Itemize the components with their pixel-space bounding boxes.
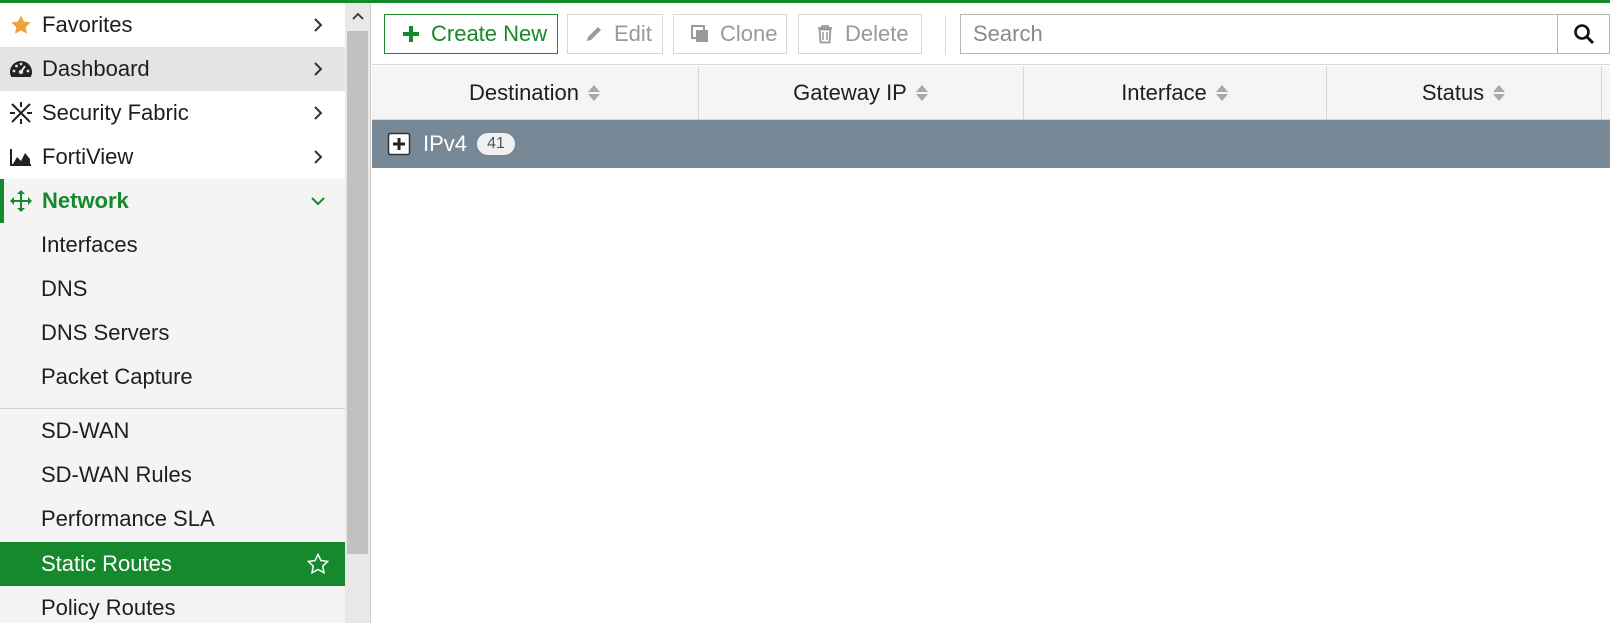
pencil-icon bbox=[582, 22, 606, 46]
sidebar-item-label: FortiView bbox=[42, 144, 134, 169]
sidebar-item-network[interactable]: Network bbox=[0, 179, 345, 223]
sidebar-item-dashboard[interactable]: Dashboard bbox=[0, 47, 345, 91]
sidebar: Favorites Dashboard Security Fabric Fort… bbox=[0, 3, 345, 623]
sidebar-subitem-performance-sla[interactable]: Performance SLA bbox=[0, 497, 345, 541]
column-header-status[interactable]: Status bbox=[1327, 66, 1602, 120]
create-new-label: Create New bbox=[431, 21, 548, 46]
column-header-label: Gateway IP bbox=[793, 80, 907, 105]
sort-icon[interactable] bbox=[587, 82, 601, 104]
group-count-badge: 41 bbox=[477, 133, 516, 155]
edit-label: Edit bbox=[614, 21, 652, 46]
sort-icon[interactable] bbox=[1215, 82, 1229, 104]
clone-button[interactable]: Clone bbox=[673, 14, 787, 54]
expand-plus-icon[interactable] bbox=[386, 131, 412, 157]
chevron-up-icon[interactable] bbox=[345, 3, 370, 29]
sidebar-subitem-sd-wan[interactable]: SD-WAN bbox=[0, 409, 345, 453]
sidebar-item-label: Dashboard bbox=[42, 56, 150, 81]
sort-icon[interactable] bbox=[915, 82, 929, 104]
scrollbar-thumb[interactable] bbox=[347, 31, 368, 554]
search-icon[interactable] bbox=[1557, 15, 1609, 53]
sidebar-item-favorites[interactable]: Favorites bbox=[0, 3, 345, 47]
sidebar-subitem-label: Interfaces bbox=[41, 232, 138, 257]
area-chart-icon bbox=[8, 144, 34, 170]
sidebar-item-label: Security Fabric bbox=[42, 100, 189, 125]
sidebar-subitem-sd-wan-rules[interactable]: SD-WAN Rules bbox=[0, 453, 345, 497]
group-label: IPv4 bbox=[423, 131, 468, 156]
sidebar-subitem-interfaces[interactable]: Interfaces bbox=[0, 223, 345, 267]
column-header-label: Destination bbox=[468, 80, 580, 105]
star-icon bbox=[8, 12, 34, 38]
sidebar-subitem-packet-capture[interactable]: Packet Capture bbox=[0, 355, 345, 399]
sort-icon[interactable] bbox=[1492, 82, 1506, 104]
search-input[interactable]: Search bbox=[961, 21, 1557, 47]
chevron-right-icon bbox=[303, 148, 333, 166]
delete-label: Delete bbox=[845, 21, 909, 46]
plus-icon bbox=[399, 22, 423, 46]
column-header-interface[interactable]: Interface bbox=[1024, 66, 1327, 120]
table-header: Destination Gateway IP Interface Status bbox=[372, 66, 1610, 120]
trash-icon bbox=[813, 22, 837, 46]
clone-icon bbox=[688, 22, 712, 46]
sidebar-subitem-static-routes[interactable]: Static Routes bbox=[0, 542, 345, 586]
sidebar-subitem-label: DNS bbox=[41, 276, 88, 301]
table-group-row-ipv4[interactable]: IPv4 41 bbox=[372, 120, 1610, 168]
edit-button[interactable]: Edit bbox=[567, 14, 663, 54]
sidebar-item-label: Network bbox=[42, 188, 129, 213]
column-header-label: Status bbox=[1421, 80, 1485, 105]
sidebar-subitem-label: Static Routes bbox=[41, 551, 172, 576]
toolbar-separator bbox=[945, 15, 946, 55]
sidebar-item-security-fabric[interactable]: Security Fabric bbox=[0, 91, 345, 135]
sidebar-subitem-dns[interactable]: DNS bbox=[0, 267, 345, 311]
toolbar: Create New Edit Clone Delete Search bbox=[372, 3, 1610, 65]
column-header-label: Interface bbox=[1121, 80, 1207, 105]
sidebar-subitem-label: SD-WAN Rules bbox=[41, 462, 192, 487]
delete-button[interactable]: Delete bbox=[798, 14, 922, 54]
security-fabric-icon bbox=[8, 100, 34, 126]
sidebar-subitem-dns-servers[interactable]: DNS Servers bbox=[0, 311, 345, 355]
sidebar-subitem-label: SD-WAN bbox=[41, 418, 130, 443]
sidebar-item-label: Favorites bbox=[42, 12, 133, 37]
sidebar-subitem-label: Policy Routes bbox=[41, 595, 176, 620]
column-header-destination[interactable]: Destination bbox=[372, 66, 699, 120]
sidebar-subitem-label: Packet Capture bbox=[41, 364, 193, 389]
sidebar-subitem-label: DNS Servers bbox=[41, 320, 170, 345]
sidebar-scrollbar[interactable] bbox=[345, 3, 371, 623]
chevron-down-icon bbox=[303, 195, 333, 207]
dashboard-gauge-icon bbox=[8, 56, 34, 82]
chevron-right-icon bbox=[303, 16, 333, 34]
create-new-button[interactable]: Create New bbox=[384, 14, 558, 54]
sidebar-subitem-policy-routes[interactable]: Policy Routes bbox=[0, 586, 345, 623]
network-arrows-icon bbox=[8, 188, 34, 214]
sidebar-subitem-label: Performance SLA bbox=[41, 506, 215, 531]
search-box[interactable]: Search bbox=[960, 14, 1610, 54]
favorite-star-icon[interactable] bbox=[303, 553, 333, 575]
column-header-gateway-ip[interactable]: Gateway IP bbox=[699, 66, 1024, 120]
clone-label: Clone bbox=[720, 21, 778, 46]
chevron-right-icon bbox=[303, 60, 333, 78]
chevron-right-icon bbox=[303, 104, 333, 122]
sidebar-item-fortiview[interactable]: FortiView bbox=[0, 135, 345, 179]
